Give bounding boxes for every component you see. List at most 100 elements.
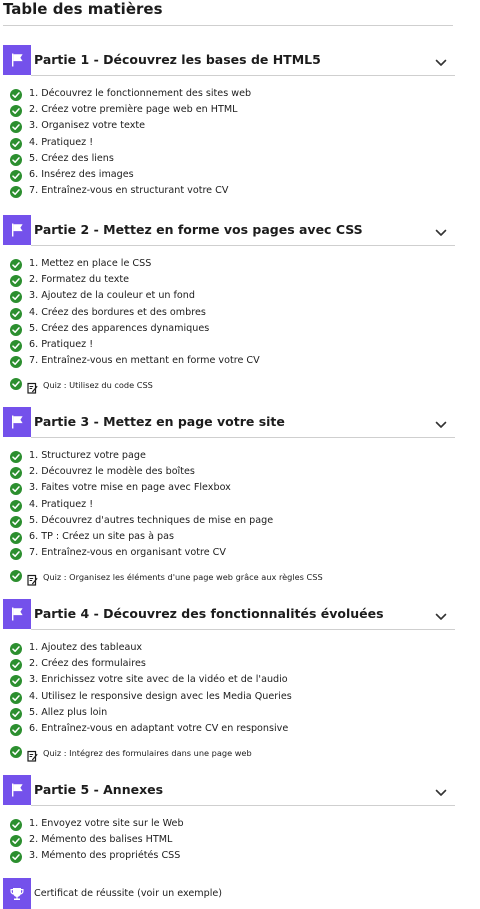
chapter-item[interactable]: 5. Allez plus loin <box>10 706 460 722</box>
chapter-item[interactable]: 3. Ajoutez de la couleur et un fond <box>10 289 460 305</box>
chapter-item[interactable]: 1. Structurez votre page <box>10 449 460 465</box>
chevron-down-icon[interactable] <box>434 224 448 236</box>
chapter-item[interactable]: 6. TP : Créez un site pas à pas <box>10 530 460 546</box>
chapter-item[interactable]: 2. Mémento des balises HTML <box>10 833 460 849</box>
quiz-item[interactable]: Quiz : Organisez les éléments d'une page… <box>10 569 460 586</box>
certificate-link[interactable]: Certificat de réussite (voir un exemple) <box>3 878 473 909</box>
chapter-item[interactable]: 3. Organisez votre texte <box>10 119 460 135</box>
check-circle-icon <box>10 467 22 480</box>
chapter-item[interactable]: 1. Ajoutez des tableaux <box>10 641 460 657</box>
chapter-item[interactable]: 2. Créez des formulaires <box>10 657 460 673</box>
part-title: Partie 2 - Mettez en forme vos pages ave… <box>34 222 363 237</box>
part-separator: - <box>89 782 104 797</box>
check-circle-icon <box>10 643 22 655</box>
trophy-icon <box>3 878 31 909</box>
chevron-down-icon[interactable] <box>434 608 448 620</box>
chevron-down-icon[interactable] <box>434 416 448 428</box>
chapter-label: 3. Mémento des propriétés CSS <box>29 850 181 862</box>
chapter-label: 6. TP : Créez un site pas à pas <box>29 531 175 542</box>
check-circle-icon <box>10 323 22 336</box>
check-circle-icon <box>10 153 22 166</box>
quiz-label: Quiz : Intégrez des formulaires dans une… <box>43 748 252 759</box>
flag-icon <box>3 45 31 75</box>
chapter-item[interactable]: 4. Pratiquez ! <box>10 498 460 514</box>
part-title: Partie 4 - Découvrez des fonctionnalités… <box>34 606 384 621</box>
check-circle-icon <box>10 340 22 352</box>
chapter-label: 5. Allez plus loin <box>29 706 108 718</box>
chapter-item[interactable]: 6. Pratiquez ! <box>10 338 460 354</box>
chapter-item[interactable]: 4. Créez des bordures et des ombres <box>10 306 460 322</box>
chapter-item[interactable]: 1. Découvrez le fonctionnement des sites… <box>10 87 460 103</box>
chapter-label: 5. Créez des apparences dynamiques <box>29 322 210 334</box>
check-circle-icon <box>10 499 22 512</box>
chapter-item[interactable]: 2. Découvrez le modèle des boîtes <box>10 465 460 481</box>
check-circle-icon <box>10 659 22 672</box>
check-circle-icon <box>10 275 22 288</box>
chapter-label: 1. Envoyez votre site sur le Web <box>29 818 184 829</box>
chapter-item[interactable]: 5. Découvrez d'autres techniques de mise… <box>10 514 460 530</box>
chapter-item[interactable]: 3. Mémento des propriétés CSS <box>10 849 460 865</box>
chapter-item[interactable]: 3. Faites votre mise en page avec Flexbo… <box>10 481 460 497</box>
chapter-label: 1. Mettez en place le CSS <box>29 258 152 269</box>
chapter-label: 2. Découvrez le modèle des boîtes <box>29 466 195 478</box>
toc-title: Table des matières <box>3 0 163 18</box>
chapter-item[interactable]: 1. Mettez en place le CSS <box>10 257 460 273</box>
chapter-item[interactable]: 4. Pratiquez ! <box>10 136 460 152</box>
check-circle-icon <box>10 691 22 704</box>
chapter-label: 2. Créez votre première page web en HTML <box>29 104 238 116</box>
part-header[interactable]: Partie 1 - Découvrez les bases de HTML5 <box>0 45 456 75</box>
chapter-item[interactable]: 6. Entraînez-vous en adaptant votre CV e… <box>10 722 460 738</box>
part-name: Annexes <box>103 782 164 797</box>
check-circle-icon <box>10 835 22 848</box>
part-divider <box>31 437 455 438</box>
flag-icon <box>3 599 31 629</box>
chapter-label: 5. Créez des liens <box>29 152 114 164</box>
check-circle-icon <box>10 356 22 369</box>
quiz-icon <box>27 571 38 586</box>
quiz-item[interactable]: Quiz : Intégrez des formulaires dans une… <box>10 745 460 762</box>
chapter-item[interactable]: 4. Utilisez le responsive design avec le… <box>10 690 460 706</box>
check-circle-icon <box>10 746 22 759</box>
chapter-label: 4. Pratiquez ! <box>29 136 94 148</box>
chapter-label: 7. Entraînez-vous en mettant en forme vo… <box>29 355 260 367</box>
check-circle-icon <box>10 451 22 463</box>
part-header[interactable]: Partie 3 - Mettez en page votre site <box>0 407 456 437</box>
chapter-label: 6. Pratiquez ! <box>29 339 94 350</box>
part-header[interactable]: Partie 4 - Découvrez des fonctionnalités… <box>0 599 456 629</box>
chapter-label: 6. Entraînez-vous en adaptant votre CV e… <box>29 723 289 734</box>
check-circle-icon <box>10 170 22 182</box>
part-separator: - <box>89 414 104 429</box>
chapter-item[interactable]: 7. Entraînez-vous en organisant votre CV <box>10 546 460 562</box>
chapter-item[interactable]: 2. Formatez du texte <box>10 273 460 289</box>
chapter-item[interactable]: 7. Entraînez-vous en mettant en forme vo… <box>10 354 460 370</box>
check-circle-icon <box>10 121 22 134</box>
part-number: Partie 1 <box>34 52 90 67</box>
chapter-item[interactable]: 6. Insérez des images <box>10 168 460 184</box>
chapter-item[interactable]: 5. Créez des liens <box>10 152 460 168</box>
quiz-item[interactable]: Quiz : Utilisez du code CSS <box>10 377 460 394</box>
chapter-item[interactable]: 7. Entraînez-vous en structurant votre C… <box>10 184 460 200</box>
chapter-label: 3. Ajoutez de la couleur et un fond <box>29 290 195 302</box>
title-divider <box>3 25 453 26</box>
chevron-down-icon[interactable] <box>434 784 448 796</box>
check-circle-icon <box>10 515 22 528</box>
part-header[interactable]: Partie 2 - Mettez en forme vos pages ave… <box>0 215 456 245</box>
part-header[interactable]: Partie 5 - Annexes <box>0 775 456 805</box>
chapter-item[interactable]: 2. Créez votre première page web en HTML <box>10 103 460 119</box>
check-circle-icon <box>10 378 22 391</box>
part-name: Découvrez des fonctionnalités évoluées <box>103 606 384 621</box>
part-divider <box>31 629 455 630</box>
chapter-label: 5. Découvrez d'autres techniques de mise… <box>29 514 274 526</box>
chapter-label: 4. Créez des bordures et des ombres <box>29 306 206 318</box>
chevron-down-icon[interactable] <box>434 54 448 66</box>
part-divider <box>31 75 455 76</box>
check-circle-icon <box>10 724 22 736</box>
chapter-label: 7. Entraînez-vous en organisant votre CV <box>29 547 226 559</box>
chapter-item[interactable]: 1. Envoyez votre site sur le Web <box>10 817 460 833</box>
chapter-label: 2. Créez des formulaires <box>29 658 146 670</box>
chapter-item[interactable]: 5. Créez des apparences dynamiques <box>10 322 460 338</box>
chapter-label: 1. Découvrez le fonctionnement des sites… <box>29 88 252 99</box>
chapter-label: 4. Pratiquez ! <box>29 498 94 510</box>
chapter-item[interactable]: 3. Enrichissez votre site avec de la vid… <box>10 673 460 689</box>
chapter-label: 1. Ajoutez des tableaux <box>29 642 143 653</box>
